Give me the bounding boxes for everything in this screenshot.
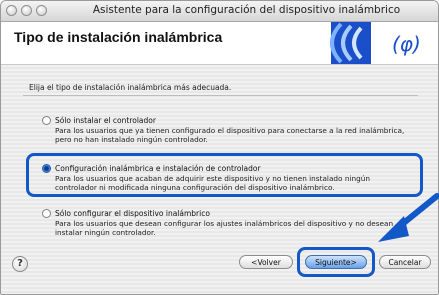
close-window-button[interactable]	[6, 5, 17, 16]
instruction-text: Elija el tipo de instalación inalámbrica…	[29, 83, 232, 92]
option-desc-wireless-only: Para los usuarios que desean configurar …	[55, 219, 394, 237]
title-bar: Asistente para la configuración del disp…	[1, 1, 438, 22]
cancel-button[interactable]: Cancelar	[379, 255, 431, 269]
page-title: Tipo de instalación inalámbrica	[14, 29, 223, 45]
separator	[23, 95, 418, 96]
radio-driver-only[interactable]	[42, 116, 51, 125]
minimize-window-button[interactable]	[21, 5, 32, 16]
help-button[interactable]: ?	[12, 256, 28, 272]
next-button[interactable]: Siguiente>	[305, 255, 367, 269]
header: Tipo de instalación inalámbrica (φ)	[1, 22, 438, 65]
option-desc-driver-only: Para los usuarios que ya tienen configur…	[55, 126, 405, 144]
radio-wireless-only[interactable]	[42, 209, 51, 218]
content-panel: Elija el tipo de instalación inalámbrica…	[1, 65, 438, 294]
svg-text:(φ): (φ)	[392, 32, 421, 56]
option-label-wireless-only: Sólo configurar el dispositivo inalámbri…	[55, 209, 210, 218]
installer-window: Asistente para la configuración del disp…	[0, 0, 439, 295]
selected-option-highlight	[26, 153, 423, 197]
wireless-logo-icon: (φ)	[301, 22, 438, 64]
window-title: Asistente para la configuración del disp…	[92, 4, 401, 16]
zoom-window-button[interactable]	[36, 5, 47, 16]
option-label-driver-only: Sólo instalar el controlador	[55, 116, 156, 125]
back-button[interactable]: <Volver	[239, 255, 293, 269]
